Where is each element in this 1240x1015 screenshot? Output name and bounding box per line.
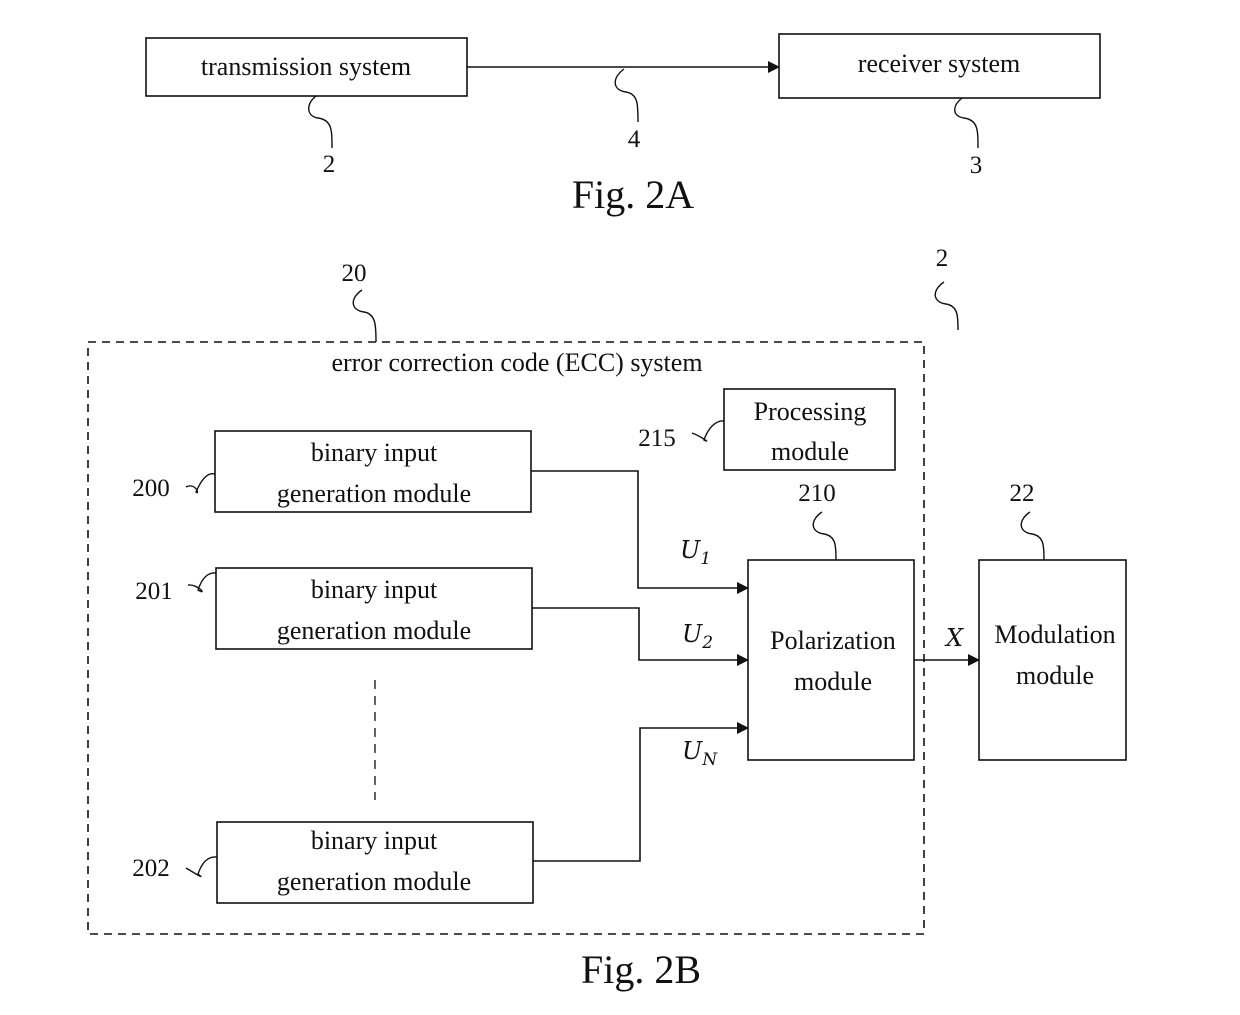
polarization-module-label-line1: Polarization <box>770 626 896 655</box>
transmission-system-ref: 2 <box>323 151 336 178</box>
figure-caption-2a: Fig. 2A <box>572 172 694 217</box>
processing-module-leader <box>691 420 725 442</box>
binary-input-module-200: binary input generation module <box>214 430 532 513</box>
binary-input-module-201: binary input generation module <box>215 567 533 650</box>
ecc-system-leader <box>352 289 377 343</box>
binary-module-leader-201 <box>187 572 217 593</box>
receiver-system-ref: 3 <box>970 152 983 179</box>
polarization-module-ref: 210 <box>798 480 836 507</box>
transmission-system-label: transmission system <box>201 52 411 81</box>
modulation-module-22: Modulation module <box>978 559 1127 761</box>
binary-module-ref-202: 202 <box>132 855 170 882</box>
binary-module-label-line2: generation module <box>277 867 471 896</box>
modulation-module-label-line2: module <box>1016 661 1094 690</box>
un-signal-label: UN <box>682 737 718 770</box>
binary-module-label-line1: binary input <box>311 575 438 604</box>
binary-module-label-line2: generation module <box>277 616 471 645</box>
binary-module-ref-200: 200 <box>132 475 170 502</box>
processing-module-label-line1: Processing <box>754 397 867 426</box>
binary-module-label-line2: generation module <box>277 479 471 508</box>
polarization-module-210: Polarization module <box>747 559 915 761</box>
u2-signal-label: U2 <box>682 620 713 653</box>
receiver-system-block: receiver system <box>778 33 1101 99</box>
u2-signal-wire <box>532 607 749 666</box>
modulation-module-label-line1: Modulation <box>994 620 1115 649</box>
transmission-system-block: transmission system <box>145 37 468 97</box>
fig-2a: transmission system 2 4 receiver system … <box>145 33 1101 217</box>
ecc-system-label: error correction code (ECC) system <box>331 348 702 377</box>
binary-module-label-line1: binary input <box>311 438 438 467</box>
fig-2b: 2 error correction code (ECC) system 20 … <box>87 245 1127 992</box>
channel-ref: 4 <box>628 126 641 153</box>
binary-module-label-line1: binary input <box>311 826 438 855</box>
modulation-module-leader <box>1020 511 1045 561</box>
receiver-system-label: receiver system <box>858 49 1020 78</box>
ecc-system-ref: 20 <box>342 260 367 287</box>
channel-leader <box>614 68 639 123</box>
figure-caption-2b: Fig. 2B <box>581 947 701 992</box>
binary-module-leader-202 <box>185 856 218 878</box>
binary-module-leader-200 <box>185 472 216 494</box>
polarization-module-label-line2: module <box>794 667 872 696</box>
processing-module-215: Processing module <box>723 388 896 471</box>
u1-signal-label: U1 <box>680 536 711 569</box>
processing-module-ref: 215 <box>638 425 676 452</box>
binary-module-ref-201: 201 <box>135 578 173 605</box>
transmission-system-leader-2b <box>934 281 959 331</box>
patent-figure: transmission system 2 4 receiver system … <box>87 33 1127 992</box>
x-signal-label: X <box>944 624 964 652</box>
un-signal-wire <box>533 722 749 862</box>
binary-input-module-202: binary input generation module <box>216 821 534 904</box>
transmission-system-leader <box>308 95 333 149</box>
modulation-module-ref: 22 <box>1010 480 1035 507</box>
processing-module-label-line2: module <box>771 437 849 466</box>
receiver-system-leader <box>954 97 979 149</box>
transmission-system-ref-2b: 2 <box>936 245 949 272</box>
polarization-module-leader <box>812 511 837 561</box>
u1-signal-wire <box>531 470 749 594</box>
